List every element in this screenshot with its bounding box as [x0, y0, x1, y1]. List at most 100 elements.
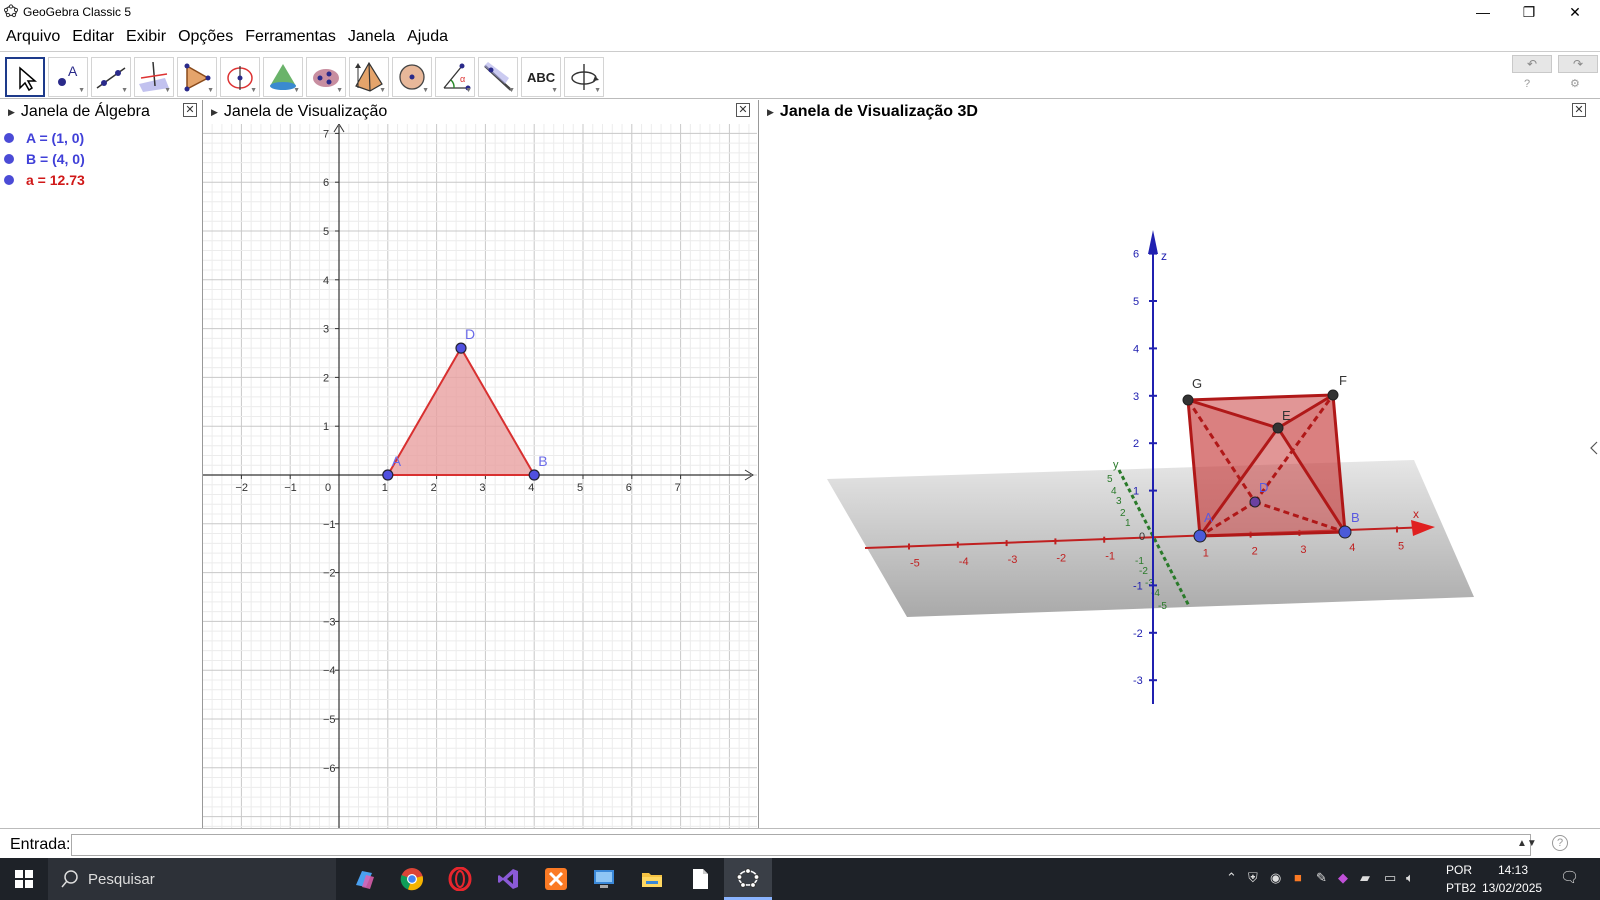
- close-graphics3d-icon[interactable]: ✕: [1572, 103, 1586, 117]
- menu-janela[interactable]: Janela: [348, 28, 395, 46]
- help-icon[interactable]: ?: [1524, 78, 1530, 90]
- tool-cone[interactable]: ▼: [263, 57, 303, 97]
- point-A: [382, 469, 394, 481]
- tool-perpendicular[interactable]: ▼: [134, 57, 174, 97]
- vertex-D: [1249, 496, 1261, 508]
- taskbar-search[interactable]: Pesquisar: [48, 858, 336, 900]
- expand-arrow-icon[interactable]: ▶: [767, 107, 774, 118]
- pen-icon[interactable]: ▰: [1360, 870, 1370, 886]
- taskbar-app[interactable]: [340, 858, 388, 900]
- tray-app-icon[interactable]: ◉: [1270, 870, 1281, 886]
- menu-opcoes[interactable]: Opções: [178, 28, 233, 46]
- tool-circle[interactable]: ▼: [220, 57, 260, 97]
- tool-sphere[interactable]: ▼: [306, 57, 346, 97]
- algebra-item[interactable]: A = (1, 0): [4, 130, 84, 146]
- move-tool-icon: [19, 66, 38, 92]
- tray-app-icon[interactable]: ✎: [1316, 870, 1327, 886]
- volume-icon[interactable]: 🔈︎: [1406, 870, 1414, 886]
- vertex-label: F: [1339, 373, 1347, 388]
- y-tick-label: 2: [323, 372, 329, 384]
- visibility-toggle-icon[interactable]: [4, 175, 14, 185]
- algebra-item[interactable]: B = (4, 0): [4, 151, 85, 167]
- chrome-icon: [400, 868, 423, 891]
- tool-point[interactable]: A ▼: [48, 57, 88, 97]
- y-tick-label: -5: [1158, 601, 1167, 612]
- tool-text[interactable]: ABC ▼: [521, 57, 561, 97]
- security-icon[interactable]: ⛨: [1248, 870, 1258, 886]
- algebra-item-text: a = 12.73: [26, 172, 85, 188]
- menu-exibir[interactable]: Exibir: [126, 28, 166, 46]
- notifications-icon[interactable]: 🗨︎: [1560, 868, 1579, 886]
- xampp-tray-icon[interactable]: ■: [1294, 870, 1302, 885]
- close-window-button[interactable]: ✕: [1552, 0, 1598, 24]
- z-tick-label: -3: [1133, 675, 1143, 687]
- tool-move[interactable]: [5, 57, 45, 97]
- tray-chevron-icon[interactable]: ⌃: [1226, 870, 1237, 886]
- taskbar-app[interactable]: [628, 858, 676, 900]
- z-tick-label: 5: [1133, 296, 1139, 308]
- x-tick-label: 4: [1349, 542, 1355, 554]
- graphics-3d-canvas[interactable]: 54321-1-2-3-4-5yx-5 -4 -3 -2 -1 1 2 3 4 5z654321-…: [759, 124, 1600, 828]
- keyboard-layout-indicator[interactable]: PTB2: [1446, 881, 1476, 895]
- taskbar-app[interactable]: [484, 858, 532, 900]
- x-tick-label: 7: [675, 482, 681, 494]
- clock-date[interactable]: 13/02/2025: [1482, 881, 1542, 895]
- x-tick-label: −1: [284, 482, 297, 494]
- point-D: [455, 342, 467, 354]
- expand-arrow-icon[interactable]: ▶: [8, 107, 15, 118]
- tool-line[interactable]: ▼: [91, 57, 131, 97]
- taskbar-app[interactable]: [436, 858, 484, 900]
- x-tick-label: 6: [626, 482, 632, 494]
- input-bar: Entrada: ▲▼ ?: [0, 828, 1600, 858]
- expand-arrow-icon[interactable]: ▶: [211, 107, 218, 118]
- search-icon: [61, 870, 78, 888]
- graphics2d-panel-header: ▶ Janela de Visualização: [203, 100, 757, 124]
- redo-button[interactable]: ↷: [1558, 55, 1598, 73]
- tool-pyramid[interactable]: ▼: [349, 57, 389, 97]
- menu-editar[interactable]: Editar: [72, 28, 114, 46]
- taskbar-app[interactable]: [532, 858, 580, 900]
- gear-icon[interactable]: ⚙: [1570, 77, 1580, 90]
- tool-rotate-view[interactable]: ▼: [564, 57, 604, 97]
- z-axis-label: z: [1161, 249, 1167, 263]
- taskbar: Pesquisar ⌃ ⛨ ◉ ■ ✎ ◆ ▰ ▭ 🔈︎ POR PTB2 14…: [0, 858, 1600, 900]
- taskbar-app[interactable]: [676, 858, 724, 900]
- algebra-item-text: A = (1, 0): [26, 130, 85, 146]
- algebra-item[interactable]: a = 12.73: [4, 172, 85, 188]
- input-field[interactable]: [71, 834, 1531, 856]
- tool-angle[interactable]: α ▼: [435, 57, 475, 97]
- windows-start-button[interactable]: [0, 858, 48, 900]
- z-tick-label: 2: [1133, 438, 1139, 450]
- network-icon[interactable]: ▭: [1384, 870, 1396, 886]
- clock-time[interactable]: 14:13: [1498, 863, 1528, 877]
- input-history-icon[interactable]: ▲▼: [1517, 838, 1537, 849]
- tray-app-icon[interactable]: ◆: [1338, 870, 1348, 886]
- taskbar-app[interactable]: [580, 858, 628, 900]
- close-algebra-icon[interactable]: ✕: [183, 103, 197, 117]
- graphics-view-3d[interactable]: 5 4 3 2 1 -1 -2 -3 -4 -5 y x -5 -4 -3 -2 -1 1 2 3 4 5 z 6 5 4 3 2 1-…: [759, 124, 1600, 828]
- visibility-toggle-icon[interactable]: [4, 133, 14, 143]
- maximize-button[interactable]: ❐: [1506, 0, 1552, 24]
- input-help-icon[interactable]: ?: [1552, 835, 1568, 851]
- menu-ajuda[interactable]: Ajuda: [407, 28, 448, 46]
- tool-polygon[interactable]: ▼: [177, 57, 217, 97]
- taskbar-app[interactable]: [724, 858, 772, 900]
- minimize-button[interactable]: —: [1460, 0, 1506, 24]
- undo-button[interactable]: ↶: [1512, 55, 1552, 73]
- visibility-toggle-icon[interactable]: [4, 154, 14, 164]
- tool-reflect[interactable]: ▼: [478, 57, 518, 97]
- tool-circle-point[interactable]: ▼: [392, 57, 432, 97]
- y-tick-label: 3: [323, 324, 329, 336]
- language-indicator[interactable]: POR: [1446, 863, 1472, 877]
- vertex-G: [1182, 394, 1194, 406]
- y-tick-label: -2: [1139, 566, 1148, 577]
- search-placeholder: Pesquisar: [88, 870, 155, 888]
- menu-ferramentas[interactable]: Ferramentas: [245, 28, 336, 46]
- geogebra-icon: [4, 4, 18, 18]
- taskbar-app[interactable]: [388, 858, 436, 900]
- menu-arquivo[interactable]: Arquivo: [6, 28, 60, 46]
- z-tick-label: 4: [1133, 343, 1139, 355]
- graphics-view-2d[interactable]: −2 −1 0 1 2 3 4 5 6 7 7 6 5 4 3 2 1 −1 −2 −3 −4 −5 −6 A B D: [203, 124, 757, 828]
- close-graphics2d-icon[interactable]: ✕: [736, 103, 750, 117]
- graphics-2d-canvas[interactable]: −2 −1 0 1 2 3 4 5 6 7 7 6 5 4 3 2 1 −1 −2 −3 −4 −5 −6 A B D: [203, 124, 757, 828]
